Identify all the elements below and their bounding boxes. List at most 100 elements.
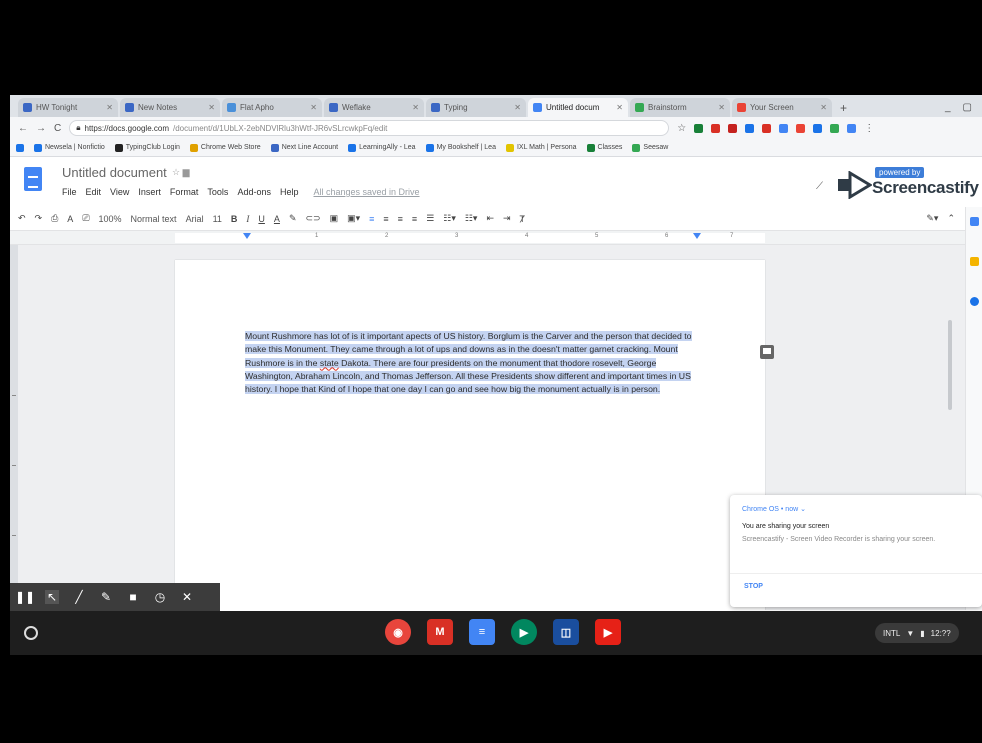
menu-tools[interactable]: Tools xyxy=(207,187,228,197)
print-icon[interactable]: ⎙ xyxy=(51,213,58,224)
tab-close-icon[interactable]: ✕ xyxy=(820,103,827,112)
browser-tab[interactable]: New Notes ✕ xyxy=(120,98,220,117)
add-comment-icon[interactable]: ▣ xyxy=(330,213,339,224)
calendar-icon[interactable] xyxy=(970,217,979,226)
right-indent-marker-icon[interactable] xyxy=(693,233,701,239)
document-title[interactable]: Untitled document xyxy=(62,165,167,180)
font-select[interactable]: Arial xyxy=(186,214,204,224)
menu-help[interactable]: Help xyxy=(280,187,299,197)
chrome-app-icon[interactable]: ◉ xyxy=(385,619,411,645)
browser-tab[interactable]: HW Tonight ✕ xyxy=(18,98,118,117)
pen-icon[interactable]: ╱ xyxy=(72,590,86,604)
save-status[interactable]: All changes saved in Drive xyxy=(313,187,419,197)
increase-indent-icon[interactable]: ⇥ xyxy=(503,213,511,224)
insert-image-icon[interactable]: ▣▾ xyxy=(347,213,360,224)
apps-grid-icon[interactable] xyxy=(16,143,24,152)
extension-icon[interactable] xyxy=(796,123,806,133)
align-center-button[interactable]: ≡ xyxy=(383,214,388,224)
bookmark-item[interactable]: Chrome Web Store xyxy=(189,143,261,152)
bookmark-item[interactable]: My Bookshelf | Lea xyxy=(425,143,496,152)
editing-mode-button[interactable]: ✎▾ xyxy=(926,213,938,224)
highlight-icon[interactable]: ✎ xyxy=(289,213,297,224)
menu-addons[interactable]: Add-ons xyxy=(237,187,271,197)
browser-tab[interactable]: Brainstorm ✕ xyxy=(630,98,730,117)
rectangle-icon[interactable]: ■ xyxy=(126,590,140,604)
close-icon[interactable]: ✕ xyxy=(180,590,194,604)
menu-format[interactable]: Format xyxy=(170,187,199,197)
collapse-menus-icon[interactable]: ⌃ xyxy=(947,213,955,224)
browser-tab[interactable]: Untitled docum ✕ xyxy=(528,98,628,117)
app-blue-app-icon[interactable]: ◫ xyxy=(553,619,579,645)
tab-close-icon[interactable]: ✕ xyxy=(412,103,419,112)
text-color-button[interactable]: A xyxy=(274,214,280,224)
tab-close-icon[interactable]: ✕ xyxy=(718,103,725,112)
extension-icon[interactable] xyxy=(728,123,738,133)
selected-text[interactable]: Mount Rushmore has lot of is it importan… xyxy=(245,331,692,395)
play-store-app-icon[interactable]: ▶ xyxy=(511,619,537,645)
gmail-app-icon[interactable]: M xyxy=(427,619,453,645)
add-comment-icon[interactable] xyxy=(760,345,774,359)
bookmark-item[interactable]: Newsela | Nonfictio xyxy=(34,143,105,152)
align-right-button[interactable]: ≡ xyxy=(398,214,403,224)
bookmark-item[interactable]: LearningAlly - Lea xyxy=(348,143,416,152)
stop-sharing-button[interactable]: STOP xyxy=(744,583,763,590)
extension-icon[interactable] xyxy=(711,123,721,133)
reload-icon[interactable]: C xyxy=(54,123,61,134)
menu-view[interactable]: View xyxy=(110,187,129,197)
left-indent-marker-icon[interactable] xyxy=(243,233,251,239)
extension-icon[interactable] xyxy=(762,123,772,133)
style-select[interactable]: Normal text xyxy=(131,214,177,224)
paint-format-icon[interactable]: ⎚ xyxy=(82,213,89,224)
document-page[interactable]: Mount Rushmore has lot of is it importan… xyxy=(175,260,774,610)
star-folder-icons[interactable]: ☆ ▆ xyxy=(172,167,190,178)
bulleted-list-button[interactable]: ☷▾ xyxy=(465,213,478,224)
launcher-icon[interactable] xyxy=(24,626,38,640)
star-icon[interactable]: ☆ xyxy=(677,123,686,134)
bookmark-item[interactable]: Classes xyxy=(586,143,622,152)
docs-app-icon[interactable]: ≡ xyxy=(469,619,495,645)
tab-close-icon[interactable]: ✕ xyxy=(106,103,113,112)
bold-button[interactable]: B xyxy=(231,214,238,224)
decrease-indent-icon[interactable]: ⇤ xyxy=(486,213,494,224)
tab-close-icon[interactable]: ✕ xyxy=(514,103,521,112)
italic-button[interactable]: I xyxy=(246,214,249,224)
timer-icon[interactable]: ◷ xyxy=(153,590,167,604)
extension-icon[interactable] xyxy=(847,123,857,133)
address-bar[interactable]: 🔒︎ https://docs.google.com /document/d/1… xyxy=(69,120,670,136)
extension-icon[interactable] xyxy=(745,123,755,133)
align-justify-button[interactable]: ≡ xyxy=(412,214,417,224)
zoom-select[interactable]: 100% xyxy=(99,214,122,224)
extension-icon[interactable] xyxy=(779,123,789,133)
chrome-menu-icon[interactable]: ⋮ xyxy=(864,123,874,134)
back-arrow-icon[interactable]: ← xyxy=(18,123,28,134)
font-size-select[interactable]: 11 xyxy=(213,214,222,224)
line-spacing-icon[interactable]: ☰ xyxy=(426,213,434,224)
pause-icon[interactable]: ❚❚ xyxy=(15,590,35,604)
menu-insert[interactable]: Insert xyxy=(138,187,161,197)
tasks-icon[interactable] xyxy=(970,297,979,306)
docs-logo-icon[interactable] xyxy=(24,167,42,191)
extension-icon[interactable] xyxy=(813,123,823,133)
underline-button[interactable]: U xyxy=(258,214,265,224)
vertical-scrollbar[interactable] xyxy=(948,320,952,410)
status-tray[interactable]: INTL ▼ ▮ 12:?? xyxy=(875,623,959,643)
extension-icon[interactable] xyxy=(694,123,704,133)
notification-source[interactable]: Chrome OS • now ⌄ xyxy=(742,505,806,513)
spellcheck-icon[interactable]: A xyxy=(67,214,73,224)
tab-close-icon[interactable]: ✕ xyxy=(208,103,215,112)
maximize-button[interactable]: ▢ xyxy=(963,102,972,113)
tab-close-icon[interactable]: ✕ xyxy=(310,103,317,112)
bookmark-item[interactable]: Next Line Account xyxy=(270,143,338,152)
tab-close-icon[interactable]: ✕ xyxy=(616,103,623,112)
bookmark-item[interactable]: TypingClub Login xyxy=(114,143,180,152)
new-tab-button[interactable]: + xyxy=(834,101,853,117)
menu-file[interactable]: File xyxy=(62,187,77,197)
document-body[interactable]: Mount Rushmore has lot of is it importan… xyxy=(245,330,695,396)
undo-icon[interactable]: ↶ xyxy=(18,213,26,224)
browser-tab[interactable]: Typing ✕ xyxy=(426,98,526,117)
browser-tab[interactable]: Weflake ✕ xyxy=(324,98,424,117)
menu-edit[interactable]: Edit xyxy=(86,187,102,197)
extension-icon[interactable] xyxy=(830,123,840,133)
clear-formatting-icon[interactable]: Ⱦ xyxy=(520,214,526,224)
bookmark-item[interactable]: Seesaw xyxy=(632,143,668,152)
